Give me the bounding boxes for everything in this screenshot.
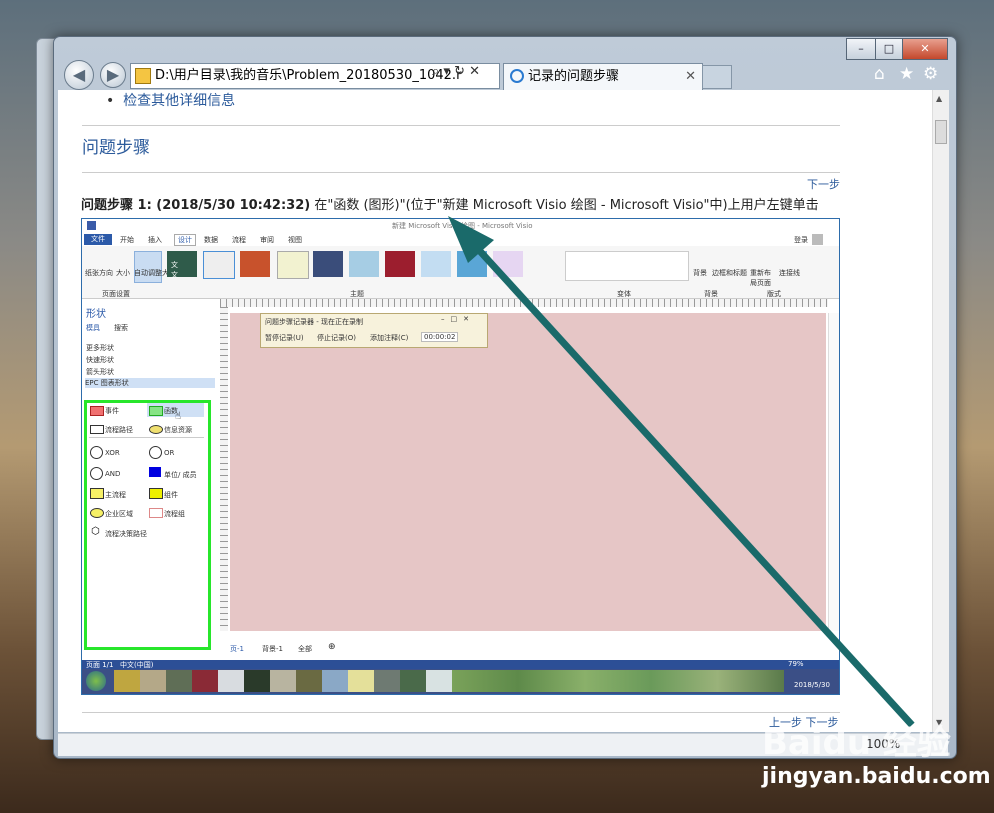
watermark-url: jingyan.baidu.com: [762, 764, 991, 789]
annotation-arrow: [448, 216, 915, 728]
baidu-watermark: Baidu 经验: [762, 723, 951, 763]
arrow-shaft: [465, 235, 915, 728]
